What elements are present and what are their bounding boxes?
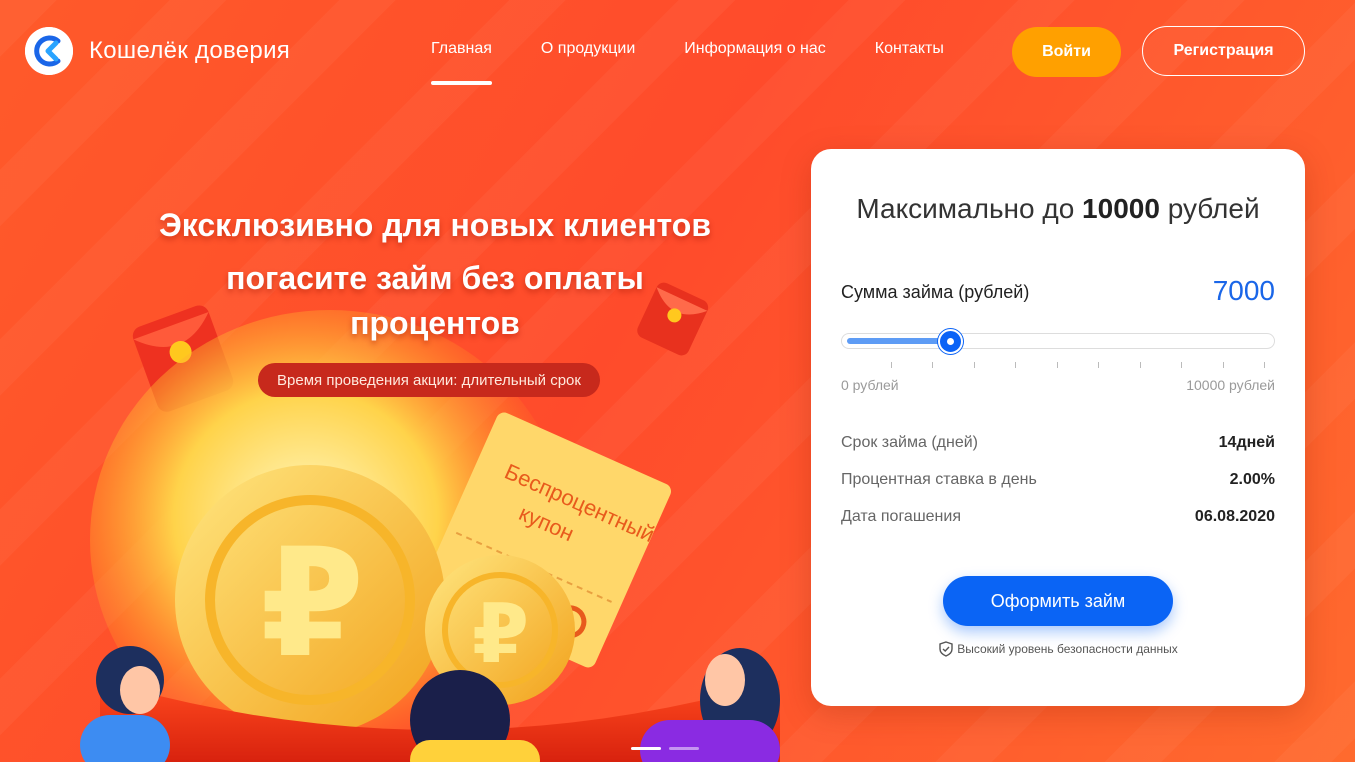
slider-tick [1181, 362, 1182, 368]
nav-item-contacts[interactable]: Контакты [875, 40, 944, 68]
slider-tick [1222, 362, 1224, 368]
due-date-label: Дата погашения [841, 508, 961, 525]
wallet-logo-icon [25, 27, 73, 75]
slider-tick [932, 362, 933, 368]
slider-tick [1098, 362, 1099, 368]
nav-item-products[interactable]: О продукции [541, 40, 635, 68]
rate-row: Процентная ставка в день 2.00% [841, 471, 1275, 489]
slider-tick [1015, 362, 1016, 368]
slider-tick [1056, 362, 1058, 368]
register-button[interactable]: Регистрация [1142, 26, 1305, 76]
slider-tick [1139, 362, 1141, 368]
apply-loan-button[interactable]: Оформить займ [943, 576, 1173, 626]
svg-text:₽: ₽ [472, 587, 529, 682]
slider-ticks [841, 362, 1275, 370]
hero-title-line-3: процентов [350, 305, 520, 341]
carousel-indicators [631, 747, 707, 750]
hero-title-line-2: погасите займ без оплаты [226, 260, 644, 296]
slider-tick [890, 362, 892, 368]
due-date-row: Дата погашения 06.08.2020 [841, 508, 1275, 526]
range-min-label: 0 рублей [841, 377, 899, 393]
amount-slider-track[interactable] [841, 333, 1275, 349]
rate-value: 2.00% [1229, 471, 1275, 488]
loan-calculator-card: Максимально до 10000 рублей Сумма займа … [811, 149, 1305, 706]
carousel-dot-1[interactable] [631, 747, 661, 750]
calculator-title: Максимально до 10000 рублей [811, 193, 1305, 225]
amount-slider-handle[interactable] [937, 329, 963, 354]
amount-slider-fill [847, 338, 951, 344]
slider-tick [973, 362, 975, 368]
hero-title-line-1: Эксклюзивно для новых клиентов [159, 207, 711, 243]
brand-name: Кошелёк доверия [89, 37, 291, 64]
rate-label: Процентная ставка в день [841, 471, 1037, 488]
site-header: Кошелёк доверия Главная О продукции Инфо… [0, 0, 1355, 100]
amount-value: 7000 [1212, 275, 1275, 306]
promo-duration-badge: Время проведения акции: длительный срок [258, 363, 600, 397]
nav-item-about[interactable]: Информация о нас [684, 40, 825, 68]
svg-text:₽: ₽ [260, 517, 364, 691]
nav-item-home[interactable]: Главная [431, 40, 492, 85]
person-right [640, 648, 780, 762]
slider-tick [1264, 362, 1265, 368]
amount-label: Сумма займа (рублей) [841, 282, 1030, 302]
login-button[interactable]: Войти [1012, 27, 1121, 77]
main-nav: Главная О продукции Информация о нас Кон… [431, 40, 993, 85]
shield-icon [939, 641, 953, 657]
title-suffix: рублей [1167, 193, 1260, 224]
brand-logo[interactable]: Кошелёк доверия [25, 27, 290, 75]
term-label: Срок займа (дней) [841, 434, 978, 451]
term-row: Срок займа (дней) 14дней [841, 434, 1275, 452]
security-text: Высокий уровень безопасности данных [957, 642, 1178, 656]
security-note: Высокий уровень безопасности данных [811, 641, 1305, 657]
due-date-value: 06.08.2020 [1194, 508, 1275, 525]
title-amount: 10000 [1082, 193, 1160, 224]
title-prefix: Максимально до [856, 193, 1075, 224]
term-value: 14дней [1218, 434, 1275, 451]
carousel-dot-2[interactable] [669, 747, 699, 750]
range-max-label: 10000 рублей [1186, 377, 1275, 393]
